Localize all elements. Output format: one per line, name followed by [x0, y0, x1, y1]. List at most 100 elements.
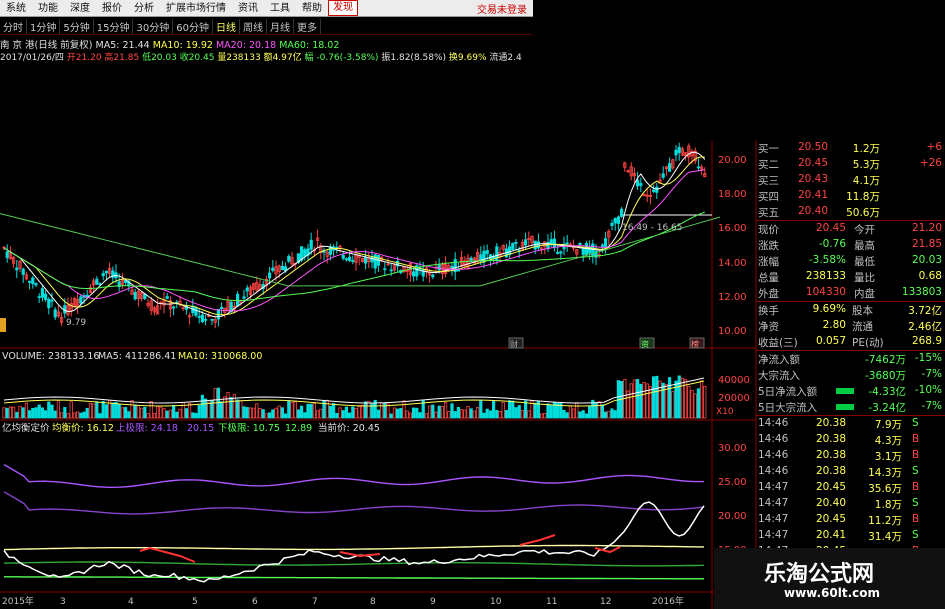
volume-bar — [111, 402, 115, 419]
tick-side: S — [912, 465, 919, 477]
volume-bar — [312, 402, 317, 419]
fundamental-row[interactable]: 净资 2.80 流通 2.46亿 — [756, 318, 945, 334]
candle-body — [40, 288, 45, 298]
volume-bar — [120, 407, 124, 419]
stat-row[interactable]: 外盘 104330 内盘 133803 — [756, 285, 945, 301]
fundamentals: 换手 9.69% 股本 3.72亿 净资 2.80 流通 2.46亿 收益(三) 0.057 PE(… — [756, 301, 945, 350]
volume-bar — [146, 413, 150, 419]
volume-bar — [575, 402, 579, 419]
candle-body — [655, 186, 659, 193]
flow-row[interactable]: 5日净流入额 -4.33亿 -10% — [756, 383, 945, 399]
bid-row[interactable]: 买五 20.40 50.6万 — [756, 204, 945, 220]
fund-value: 9.69% — [812, 303, 846, 315]
time-axis-label: 7 — [312, 597, 318, 607]
volume-bar — [427, 405, 432, 419]
candle-body — [661, 173, 665, 178]
tick-time: 14:47 — [758, 513, 789, 525]
candle-body — [37, 296, 41, 299]
flow-row[interactable]: 5日大宗流入 -3.24亿 -7% — [756, 399, 945, 415]
candle-body — [53, 309, 57, 318]
candle-body — [674, 149, 678, 156]
tick-time: 14:46 — [758, 417, 789, 429]
volume-ma10: MA10: 310068.00 — [178, 351, 262, 362]
tick-row[interactable]: 14:46 20.38 7.9万 S — [756, 416, 945, 432]
volume-bar — [18, 405, 22, 419]
volume-bar — [127, 411, 131, 419]
bid-qty: 11.8万 — [846, 191, 880, 203]
volume-bar — [165, 410, 169, 419]
flow-label: 大宗流入 — [758, 370, 800, 382]
tick-volume: 3.1万 — [874, 451, 902, 463]
stat-value: 20.45 — [815, 222, 846, 234]
volume-bar — [463, 409, 467, 419]
price-line — [3, 501, 705, 583]
watermark: 乐淘公式网 www.60lt.com — [714, 548, 945, 609]
volume-bar — [690, 390, 694, 419]
tick-price: 20.38 — [815, 417, 846, 429]
candle-body — [565, 242, 569, 245]
tick-time: 14:46 — [758, 449, 789, 461]
tick-row[interactable]: 14:47 20.40 1.8万 S — [756, 496, 945, 512]
candle-body — [613, 218, 617, 224]
volume-bar — [37, 404, 41, 419]
stat-row[interactable]: 涨跌 -0.76 最高 21.85 — [756, 237, 945, 253]
volume-bar — [290, 401, 294, 419]
low-price-marker: 9.79 — [66, 318, 86, 328]
fundamental-row[interactable]: 换手 9.69% 股本 3.72亿 — [756, 302, 945, 318]
indicator-axis-label: 30.00 — [718, 443, 747, 454]
volume-bar — [264, 413, 269, 419]
stat-row[interactable]: 总量 238133 量比 0.68 — [756, 269, 945, 285]
volume-bar — [31, 407, 35, 419]
volume-bar — [101, 400, 105, 419]
tick-row[interactable]: 14:47 20.45 11.2万 B — [756, 512, 945, 528]
bid-row[interactable]: 买三 20.43 4.1万 — [756, 172, 945, 188]
event-marker-finance[interactable]: 财 — [510, 339, 518, 349]
fund-flows: 净流入额 -7462万 -15% 大宗流入 -3680万 -7% 5日净流入额 -4.33亿 -… — [756, 350, 945, 415]
flow-row[interactable]: 净流入额 -7462万 -15% — [756, 351, 945, 367]
flow-label: 5日大宗流入 — [758, 402, 818, 414]
fundamental-row[interactable]: 收益(三) 0.057 PE(动) 268.9 — [756, 334, 945, 350]
flow-row[interactable]: 大宗流入 -3680万 -7% — [756, 367, 945, 383]
volume-bar — [357, 406, 361, 419]
bid-list: 买一 20.50 1.2万 +6 买二 20.45 5.3万 +26 买三 20.43 4.1万 买四… — [756, 140, 945, 220]
volume-bar — [239, 400, 243, 419]
candle-body — [610, 222, 614, 227]
volume-bar — [527, 410, 531, 419]
tick-row[interactable]: 14:46 20.38 4.3万 B — [756, 432, 945, 448]
flow-label: 净流入额 — [758, 354, 800, 366]
candle-body — [165, 296, 169, 299]
volume-bar — [114, 401, 118, 419]
stat-row[interactable]: 涨幅 -3.58% 最低 20.03 — [756, 253, 945, 269]
tick-row[interactable]: 14:47 20.45 35.6万 B — [756, 480, 945, 496]
candle-body — [600, 244, 605, 247]
volume-bar — [2, 407, 6, 419]
stat-row[interactable]: 现价 20.45 今开 21.20 — [756, 221, 945, 237]
volume-bar — [392, 407, 397, 419]
volume-bar — [76, 411, 80, 419]
volume-bar — [60, 412, 64, 419]
tick-row[interactable]: 14:46 20.38 14.3万 S — [756, 464, 945, 480]
stat-label: 今开 — [854, 224, 875, 236]
volume-bar — [56, 400, 61, 419]
candle-body — [639, 183, 643, 186]
tick-volume: 11.2万 — [868, 515, 902, 527]
volume-bar — [696, 388, 701, 419]
bid-row[interactable]: 买二 20.45 5.3万 +26 — [756, 156, 945, 172]
volume-bar — [495, 410, 499, 419]
tick-volume: 4.3万 — [874, 435, 902, 447]
bid-row[interactable]: 买四 20.41 11.8万 — [756, 188, 945, 204]
event-marker-list[interactable]: 榜 — [691, 339, 699, 349]
bid-price: 20.41 — [797, 189, 828, 201]
tick-row[interactable]: 14:47 20.41 31.4万 S — [756, 528, 945, 544]
candle-body — [411, 271, 416, 277]
flow-value: -7462万 — [864, 354, 906, 366]
candle-body — [104, 270, 108, 274]
flow-label: 5日净流入额 — [758, 386, 818, 398]
event-marker-info[interactable]: 资 — [641, 339, 649, 349]
volume-bar — [277, 405, 281, 419]
bid-row[interactable]: 买一 20.50 1.2万 +6 — [756, 140, 945, 156]
volume-bar — [235, 399, 240, 419]
volume-bar — [552, 401, 557, 419]
candle-body — [133, 291, 137, 300]
tick-row[interactable]: 14:46 20.38 3.1万 B — [756, 448, 945, 464]
